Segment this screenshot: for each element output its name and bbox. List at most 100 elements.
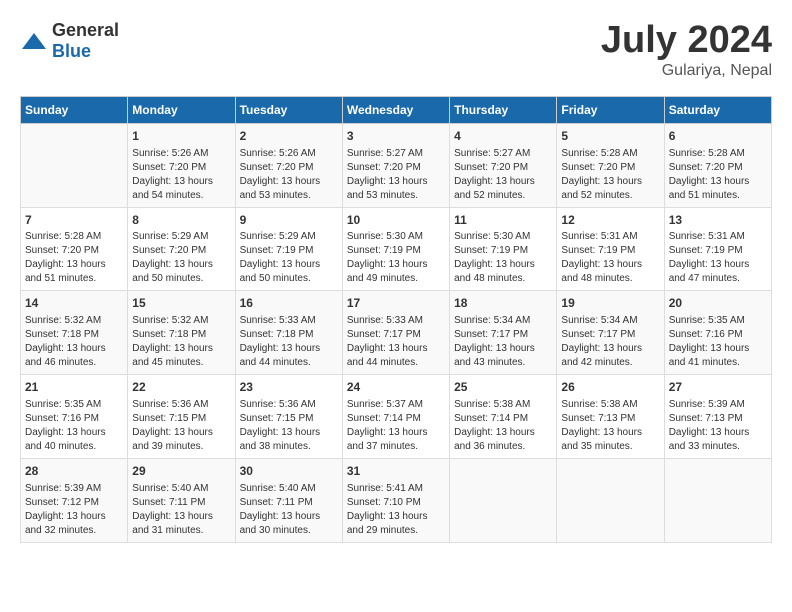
calendar-cell: 31Sunrise: 5:41 AMSunset: 7:10 PMDayligh… — [342, 458, 449, 542]
cell-info: Sunrise: 5:30 AMSunset: 7:19 PMDaylight:… — [347, 230, 445, 286]
calendar-cell: 28 Sunrise: 5:39 AMSunset: 7:12 PMDayligh… — [21, 458, 128, 542]
cell-info: Sunrise: 5:28 AMSunset: 7:20 PMDaylight:… — [669, 147, 767, 203]
cell-info: Sunrise: 5:32 AMSunset: 7:18 PMDaylight:… — [132, 314, 230, 370]
calendar-cell: 23 Sunrise: 5:36 AMSunset: 7:15 PMDayligh… — [235, 375, 342, 459]
cell-info: Sunrise: 5:38 AMSunset: 7:14 PMDaylight:… — [454, 398, 552, 454]
cell-info: Sunrise: 5:34 AMSunset: 7:17 PMDaylight:… — [561, 314, 659, 370]
calendar-table: SundayMondayTuesdayWednesdayThursdayFrid… — [20, 96, 772, 543]
cell-info: Sunrise: 5:26 AMSunset: 7:20 PMDaylight:… — [132, 147, 230, 203]
logo-blue: Blue — [52, 41, 91, 61]
day-number: 14 — [25, 295, 123, 312]
cell-info: Sunrise: 5:36 AMSunset: 7:15 PMDaylight:… — [132, 398, 230, 454]
cell-info: Sunrise: 5:26 AMSunset: 7:20 PMDaylight:… — [240, 147, 338, 203]
day-number: 8 — [132, 212, 230, 229]
calendar-cell: 1 Sunrise: 5:26 AMSunset: 7:20 PMDaylight… — [128, 123, 235, 207]
calendar-cell: 24 Sunrise: 5:37 AMSunset: 7:14 PMDayligh… — [342, 375, 449, 459]
calendar-cell: 17Sunrise: 5:33 AMSunset: 7:17 PMDayligh… — [342, 291, 449, 375]
calendar-cell: 16Sunrise: 5:33 AMSunset: 7:18 PMDayligh… — [235, 291, 342, 375]
day-number: 28 — [25, 463, 123, 480]
cell-info: Sunrise: 5:41 AMSunset: 7:10 PMDaylight:… — [347, 482, 445, 538]
calendar-cell: 25 Sunrise: 5:38 AMSunset: 7:14 PMDayligh… — [450, 375, 557, 459]
weekday-header-thursday: Thursday — [450, 96, 557, 123]
calendar-cell — [557, 458, 664, 542]
weekday-header-monday: Monday — [128, 96, 235, 123]
day-number: 3 — [347, 128, 445, 145]
cell-info: Sunrise: 5:35 AMSunset: 7:16 PMDaylight:… — [25, 398, 123, 454]
day-number: 24 — [347, 379, 445, 396]
weekday-header-tuesday: Tuesday — [235, 96, 342, 123]
cell-info: Sunrise: 5:39 AMSunset: 7:12 PMDaylight:… — [25, 482, 123, 538]
calendar-week-row: 14 Sunrise: 5:32 AMSunset: 7:18 PMDayligh… — [21, 291, 772, 375]
calendar-cell — [450, 458, 557, 542]
cell-info: Sunrise: 5:34 AMSunset: 7:17 PMDaylight:… — [454, 314, 552, 370]
day-number: 18 — [454, 295, 552, 312]
weekday-header-friday: Friday — [557, 96, 664, 123]
calendar-cell: 8Sunrise: 5:29 AMSunset: 7:20 PMDaylight… — [128, 207, 235, 291]
cell-info: Sunrise: 5:28 AMSunset: 7:20 PMDaylight:… — [561, 147, 659, 203]
cell-info: Sunrise: 5:37 AMSunset: 7:14 PMDaylight:… — [347, 398, 445, 454]
calendar-cell: 18 Sunrise: 5:34 AMSunset: 7:17 PMDayligh… — [450, 291, 557, 375]
cell-info: Sunrise: 5:31 AMSunset: 7:19 PMDaylight:… — [561, 230, 659, 286]
day-number: 17 — [347, 295, 445, 312]
day-number: 9 — [240, 212, 338, 229]
day-number: 7 — [25, 212, 123, 229]
month-year-title: July 2024 — [601, 20, 772, 62]
day-number: 25 — [454, 379, 552, 396]
calendar-cell: 29 Sunrise: 5:40 AMSunset: 7:11 PMDayligh… — [128, 458, 235, 542]
location-subtitle: Gulariya, Nepal — [601, 62, 772, 80]
cell-info: Sunrise: 5:27 AMSunset: 7:20 PMDaylight:… — [454, 147, 552, 203]
calendar-cell: 11Sunrise: 5:30 AMSunset: 7:19 PMDayligh… — [450, 207, 557, 291]
calendar-cell: 9Sunrise: 5:29 AMSunset: 7:19 PMDaylight… — [235, 207, 342, 291]
cell-info: Sunrise: 5:28 AMSunset: 7:20 PMDaylight:… — [25, 230, 123, 286]
day-number: 2 — [240, 128, 338, 145]
calendar-cell: 30Sunrise: 5:40 AMSunset: 7:11 PMDayligh… — [235, 458, 342, 542]
cell-info: Sunrise: 5:30 AMSunset: 7:19 PMDaylight:… — [454, 230, 552, 286]
weekday-header-row: SundayMondayTuesdayWednesdayThursdayFrid… — [21, 96, 772, 123]
day-number: 13 — [669, 212, 767, 229]
cell-info: Sunrise: 5:40 AMSunset: 7:11 PMDaylight:… — [240, 482, 338, 538]
calendar-cell: 5 Sunrise: 5:28 AMSunset: 7:20 PMDaylight… — [557, 123, 664, 207]
day-number: 29 — [132, 463, 230, 480]
calendar-cell: 3 Sunrise: 5:27 AMSunset: 7:20 PMDaylight… — [342, 123, 449, 207]
weekday-header-wednesday: Wednesday — [342, 96, 449, 123]
cell-info: Sunrise: 5:27 AMSunset: 7:20 PMDaylight:… — [347, 147, 445, 203]
cell-info: Sunrise: 5:40 AMSunset: 7:11 PMDaylight:… — [132, 482, 230, 538]
day-number: 27 — [669, 379, 767, 396]
cell-info: Sunrise: 5:32 AMSunset: 7:18 PMDaylight:… — [25, 314, 123, 370]
weekday-header-sunday: Sunday — [21, 96, 128, 123]
day-number: 12 — [561, 212, 659, 229]
cell-info: Sunrise: 5:35 AMSunset: 7:16 PMDaylight:… — [669, 314, 767, 370]
day-number: 23 — [240, 379, 338, 396]
calendar-week-row: 28 Sunrise: 5:39 AMSunset: 7:12 PMDayligh… — [21, 458, 772, 542]
cell-info: Sunrise: 5:31 AMSunset: 7:19 PMDaylight:… — [669, 230, 767, 286]
logo-general: General — [52, 20, 119, 40]
day-number: 20 — [669, 295, 767, 312]
day-number: 5 — [561, 128, 659, 145]
calendar-cell: 15Sunrise: 5:32 AMSunset: 7:18 PMDayligh… — [128, 291, 235, 375]
calendar-cell: 21Sunrise: 5:35 AMSunset: 7:16 PMDayligh… — [21, 375, 128, 459]
calendar-cell: 13Sunrise: 5:31 AMSunset: 7:19 PMDayligh… — [664, 207, 771, 291]
calendar-week-row: 21Sunrise: 5:35 AMSunset: 7:16 PMDayligh… — [21, 375, 772, 459]
day-number: 16 — [240, 295, 338, 312]
calendar-cell: 6 Sunrise: 5:28 AMSunset: 7:20 PMDaylight… — [664, 123, 771, 207]
calendar-cell: 14 Sunrise: 5:32 AMSunset: 7:18 PMDayligh… — [21, 291, 128, 375]
calendar-cell: 26Sunrise: 5:38 AMSunset: 7:13 PMDayligh… — [557, 375, 664, 459]
calendar-cell — [21, 123, 128, 207]
day-number: 10 — [347, 212, 445, 229]
logo-text: General Blue — [52, 20, 119, 62]
weekday-header-saturday: Saturday — [664, 96, 771, 123]
calendar-cell: 12Sunrise: 5:31 AMSunset: 7:19 PMDayligh… — [557, 207, 664, 291]
day-number: 6 — [669, 128, 767, 145]
day-number: 11 — [454, 212, 552, 229]
day-number: 4 — [454, 128, 552, 145]
calendar-week-row: 1 Sunrise: 5:26 AMSunset: 7:20 PMDaylight… — [21, 123, 772, 207]
calendar-cell: 7Sunrise: 5:28 AMSunset: 7:20 PMDaylight… — [21, 207, 128, 291]
calendar-cell — [664, 458, 771, 542]
calendar-cell: 10Sunrise: 5:30 AMSunset: 7:19 PMDayligh… — [342, 207, 449, 291]
cell-info: Sunrise: 5:36 AMSunset: 7:15 PMDaylight:… — [240, 398, 338, 454]
day-number: 22 — [132, 379, 230, 396]
calendar-cell: 22 Sunrise: 5:36 AMSunset: 7:15 PMDayligh… — [128, 375, 235, 459]
cell-info: Sunrise: 5:39 AMSunset: 7:13 PMDaylight:… — [669, 398, 767, 454]
cell-info: Sunrise: 5:29 AMSunset: 7:20 PMDaylight:… — [132, 230, 230, 286]
day-number: 1 — [132, 128, 230, 145]
